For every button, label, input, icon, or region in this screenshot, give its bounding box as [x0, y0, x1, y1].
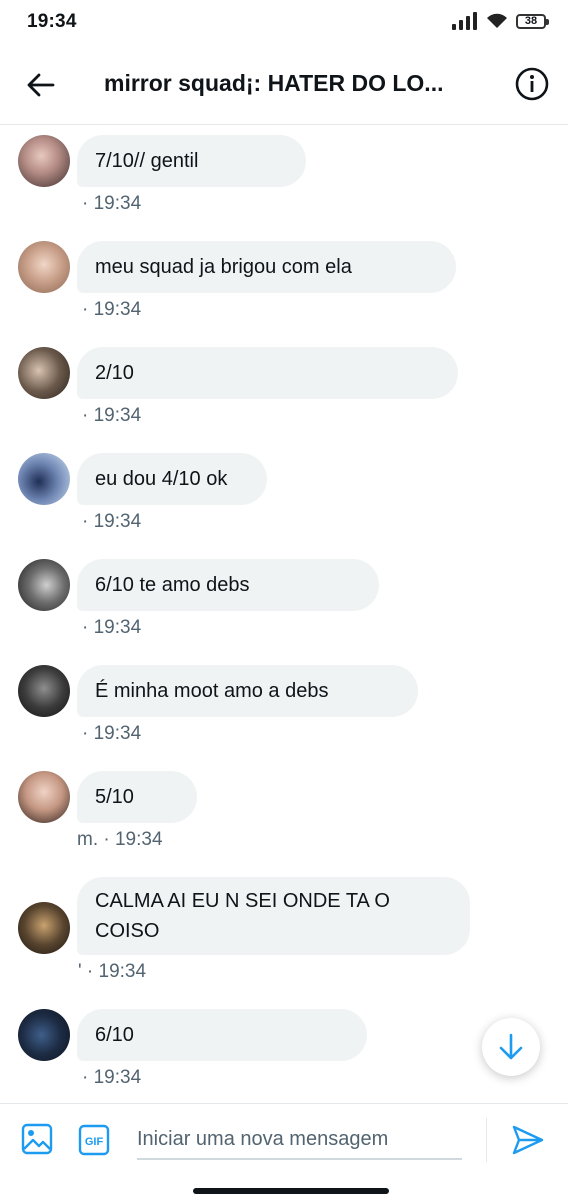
- avatar[interactable]: [18, 771, 70, 823]
- message-bubble[interactable]: eu dou 4/10 ok: [77, 453, 267, 505]
- message-bubble[interactable]: 6/10 te amo debs: [77, 559, 379, 611]
- message-text: 2/10: [95, 362, 134, 384]
- message-timestamp: · 19:34: [82, 511, 142, 532]
- avatar[interactable]: [18, 347, 70, 399]
- message-item: 2/10 · 19:34: [0, 347, 568, 443]
- message-input[interactable]: Iniciar uma nova mensagem: [137, 1120, 462, 1160]
- message-bubble[interactable]: É minha moot amo a debs: [77, 665, 418, 717]
- avatar[interactable]: [18, 559, 70, 611]
- gif-icon: GIF: [78, 1124, 110, 1156]
- wifi-icon: [487, 13, 507, 28]
- message-bubble[interactable]: 7/10// gentil: [77, 135, 306, 187]
- message-timestamp: · 19:34: [82, 405, 142, 426]
- message-timestamp: · 19:34: [82, 299, 142, 320]
- gif-button[interactable]: GIF: [78, 1124, 110, 1156]
- message-text: CALMA AI EU N SEI ONDE TA O COISO: [95, 890, 390, 942]
- status-time: 19:34: [27, 11, 77, 32]
- image-icon: [21, 1123, 53, 1155]
- message-bubble[interactable]: 6/10: [77, 1009, 367, 1061]
- message-composer: GIF Iniciar uma nova mensagem: [0, 1103, 568, 1201]
- back-arrow-icon: [27, 73, 55, 97]
- message-item: 7/10// gentil · 19:34: [0, 135, 568, 231]
- scroll-to-bottom-button[interactable]: [482, 1018, 540, 1076]
- message-text: 6/10 te amo debs: [95, 574, 250, 596]
- battery-level: 38: [524, 15, 538, 27]
- message-text: 5/10: [95, 786, 134, 808]
- message-text: 6/10: [95, 1024, 134, 1046]
- message-text: meu squad ja brigou com ela: [95, 256, 352, 278]
- avatar[interactable]: [18, 902, 70, 954]
- status-bar: 19:34 38: [0, 0, 568, 46]
- message-bubble[interactable]: 2/10: [77, 347, 458, 399]
- avatar[interactable]: [18, 1009, 70, 1061]
- message-timestamp: m. · 19:34: [77, 829, 163, 850]
- message-timestamp: · 19:34: [82, 1067, 142, 1088]
- message-bubble[interactable]: 5/10: [77, 771, 197, 823]
- avatar[interactable]: [18, 453, 70, 505]
- message-input-placeholder: Iniciar uma nova mensagem: [137, 1127, 389, 1150]
- avatar[interactable]: [18, 241, 70, 293]
- message-bubble[interactable]: meu squad ja brigou com ela: [77, 241, 456, 293]
- message-timestamp: ' · 19:34: [78, 961, 147, 982]
- media-button[interactable]: [20, 1122, 54, 1156]
- message-item: 5/10 m. · 19:34: [0, 771, 568, 867]
- info-icon: [515, 67, 549, 101]
- message-timestamp: · 19:34: [82, 723, 142, 744]
- gif-label: GIF: [85, 1136, 104, 1148]
- message-text: 7/10// gentil: [95, 150, 199, 172]
- message-item: meu squad ja brigou com ela · 19:34: [0, 241, 568, 337]
- avatar[interactable]: [18, 665, 70, 717]
- message-bubble[interactable]: CALMA AI EU N SEI ONDE TA O COISO: [77, 877, 470, 955]
- message-list[interactable]: 7/10// gentil · 19:34 meu squad ja brigo…: [0, 125, 568, 1103]
- message-item: CALMA AI EU N SEI ONDE TA O COISO ' · 19…: [0, 877, 568, 987]
- message-item: É minha moot amo a debs · 19:34: [0, 665, 568, 761]
- avatar[interactable]: [18, 135, 70, 187]
- conversation-header: mirror squad¡: HATER DO LO...: [0, 46, 568, 125]
- composer-divider: [486, 1118, 487, 1162]
- signal-icon: [452, 12, 477, 30]
- conversation-title[interactable]: mirror squad¡: HATER DO LO...: [104, 70, 484, 97]
- message-text: eu dou 4/10 ok: [95, 468, 228, 490]
- back-button[interactable]: [24, 68, 58, 102]
- message-item: eu dou 4/10 ok · 19:34: [0, 453, 568, 549]
- message-timestamp: · 19:34: [82, 193, 142, 214]
- battery-icon: 38: [516, 13, 549, 29]
- status-icons: 38: [452, 12, 549, 30]
- message-timestamp: · 19:34: [82, 617, 142, 638]
- home-indicator: [193, 1188, 389, 1194]
- message-text: É minha moot amo a debs: [95, 680, 329, 702]
- info-button[interactable]: [514, 66, 550, 102]
- message-item: 6/10 te amo debs · 19:34: [0, 559, 568, 655]
- send-button[interactable]: [510, 1122, 546, 1158]
- send-icon: [512, 1125, 544, 1155]
- arrow-down-icon: [499, 1033, 523, 1060]
